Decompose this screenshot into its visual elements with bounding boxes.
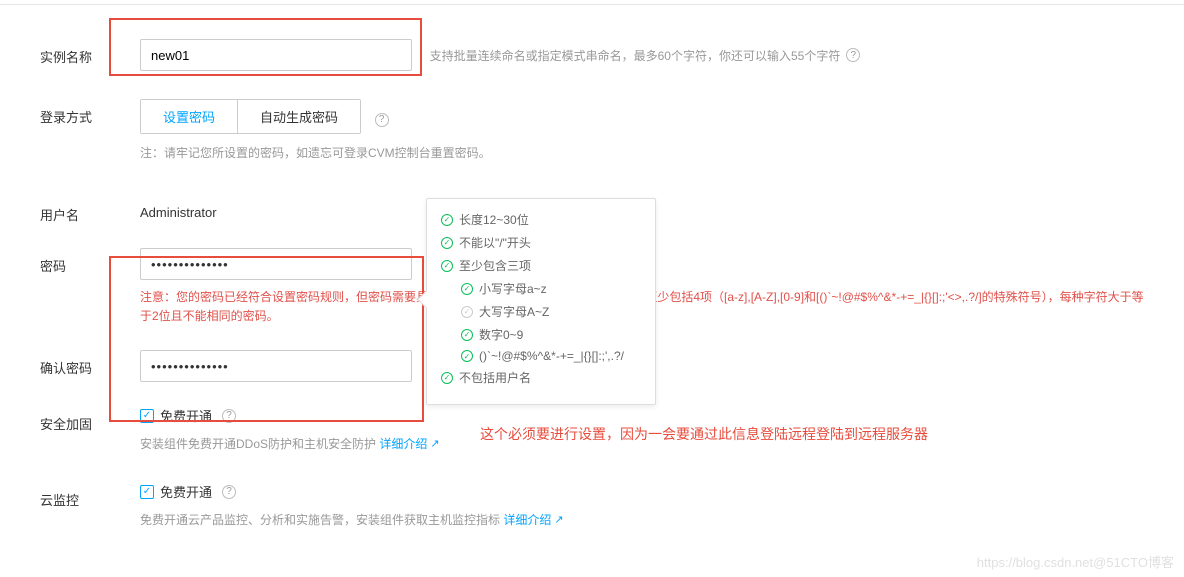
security-description: 安装组件免费开通DDoS防护和主机安全防护: [140, 437, 376, 451]
external-link-icon: ↗: [554, 513, 563, 526]
confirm-password-label: 确认密码: [40, 350, 140, 377]
cloud-monitor-description: 免费开通云产品监控、分析和实施告警，安装组件获取主机监控指标: [140, 513, 500, 527]
rule-text: 小写字母a~z: [479, 280, 547, 297]
instance-name-input[interactable]: [140, 39, 412, 71]
rule-text: ()`~!@#$%^&*-+=_|{}[]:;',.?/: [479, 349, 624, 363]
cloud-monitor-checkbox[interactable]: ✓: [140, 485, 154, 499]
help-icon[interactable]: ?: [222, 409, 236, 423]
watermark: https://blog.csdn.net@51CTO博客: [977, 552, 1174, 571]
cloud-monitor-checkbox-label: 免费开通: [160, 482, 212, 501]
password-label: 密码: [40, 248, 140, 275]
rule-text: 至少包含三项: [459, 257, 531, 274]
instance-name-label: 实例名称: [40, 39, 140, 66]
confirm-password-input[interactable]: ••••••••••••••: [140, 350, 412, 382]
external-link-icon: ↗: [430, 437, 439, 450]
help-icon[interactable]: ?: [222, 485, 236, 499]
security-label: 安全加固: [40, 406, 140, 433]
username-label: 用户名: [40, 197, 140, 224]
login-method-note: 注：请牢记您所设置的密码，如遗忘可登录CVM控制台重置密码。: [140, 144, 1144, 161]
security-checkbox[interactable]: ✓: [140, 409, 154, 423]
login-method-label: 登录方式: [40, 99, 140, 126]
help-icon[interactable]: ?: [846, 48, 860, 62]
help-icon[interactable]: ?: [375, 113, 389, 127]
cloud-monitor-label: 云监控: [40, 482, 140, 509]
security-checkbox-label: 免费开通: [160, 406, 212, 425]
rule-text: 不包括用户名: [459, 369, 531, 386]
instance-name-hint: 支持批量连续命名或指定模式串命名，最多60个字符，你还可以输入55个字符: [430, 47, 841, 64]
password-input[interactable]: ••••••••••••••: [140, 248, 412, 280]
rule-text: 大写字母A~Z: [479, 303, 549, 320]
tab-set-password[interactable]: 设置密码: [141, 100, 238, 133]
login-method-tabs: 设置密码 自动生成密码: [140, 99, 361, 134]
cloud-monitor-detail-link[interactable]: 详细介绍 ↗: [503, 511, 563, 528]
rule-text: 长度12~30位: [459, 211, 529, 228]
password-rules-tooltip: ✓长度12~30位 ✓不能以"/"开头 ✓至少包含三项 ✓小写字母a~z ✓大写…: [426, 198, 656, 405]
annotation-text: 这个必须要进行设置，因为一会要通过此信息登陆远程登陆到远程服务器: [480, 424, 928, 444]
tab-auto-generate[interactable]: 自动生成密码: [238, 100, 360, 133]
security-detail-link[interactable]: 详细介绍 ↗: [379, 435, 439, 452]
rule-text: 不能以"/"开头: [459, 234, 531, 251]
rule-text: 数字0~9: [479, 326, 523, 343]
